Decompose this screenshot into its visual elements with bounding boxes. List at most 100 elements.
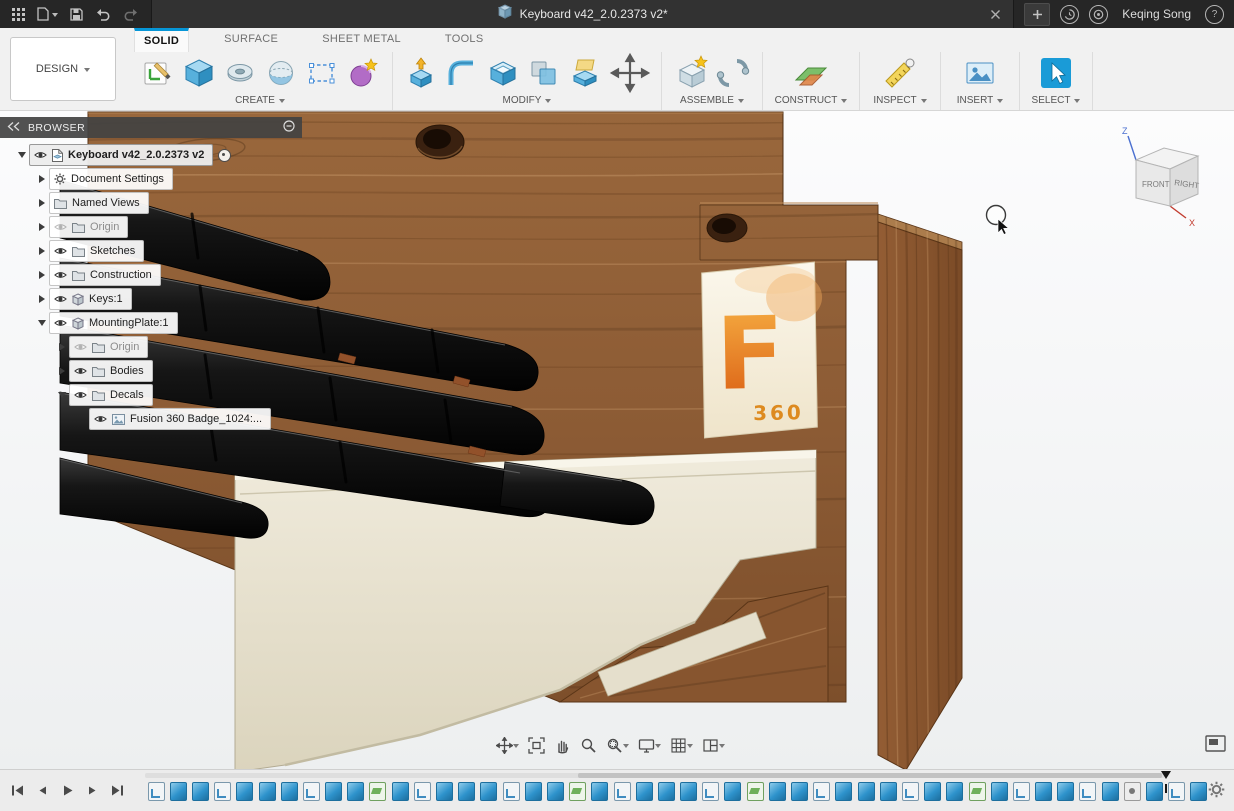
- workspace-selector[interactable]: DESIGN: [10, 37, 116, 101]
- browser-item-chip[interactable]: Decals: [69, 384, 153, 406]
- expand-arrow-icon[interactable]: [34, 247, 49, 255]
- pattern-tool-icon[interactable]: [303, 53, 341, 93]
- browser-row[interactable]: MountingPlate:1: [0, 311, 302, 335]
- timeline-extrude-feature-icon[interactable]: [347, 782, 364, 801]
- viewcube[interactable]: FRONT RIGHT Z X: [1109, 125, 1224, 230]
- create-menu[interactable]: CREATE: [128, 93, 392, 110]
- split-body-icon[interactable]: [566, 53, 604, 93]
- viewports-icon[interactable]: [698, 733, 729, 757]
- document-tab[interactable]: Keyboard v42_2.0.2373 v2*: [151, 0, 1014, 28]
- select-menu[interactable]: SELECT: [1020, 93, 1092, 110]
- timeline-extrude-feature-icon[interactable]: [436, 782, 453, 801]
- tab-solid[interactable]: SOLID: [134, 28, 189, 52]
- visibility-eye-icon[interactable]: [54, 246, 67, 256]
- timeline-extrude-feature-icon[interactable]: [458, 782, 475, 801]
- timeline-position-marker[interactable]: [1161, 771, 1173, 793]
- close-tab-icon[interactable]: [990, 7, 1001, 25]
- expand-arrow-icon[interactable]: [34, 271, 49, 279]
- timeline-extrude-feature-icon[interactable]: [1190, 782, 1207, 801]
- timeline-extrude-feature-icon[interactable]: [236, 782, 253, 801]
- timeline-sketch-feature-icon[interactable]: [503, 782, 520, 801]
- browser-item-chip[interactable]: MountingPlate:1: [49, 312, 178, 334]
- timeline-extrude-feature-icon[interactable]: [636, 782, 653, 801]
- expand-arrow-icon[interactable]: [54, 367, 69, 375]
- collapse-arrow-icon[interactable]: [14, 148, 29, 162]
- play-icon[interactable]: [58, 781, 76, 799]
- browser-item-chip[interactable]: Sketches: [49, 240, 144, 262]
- timeline-extrude-feature-icon[interactable]: [791, 782, 808, 801]
- timeline-extrude-feature-icon[interactable]: [1035, 782, 1052, 801]
- browser-item-chip[interactable]: Origin: [69, 336, 148, 358]
- tab-tools[interactable]: TOOLS: [436, 28, 493, 52]
- visibility-eye-icon[interactable]: [54, 270, 67, 280]
- timeline-sketch-feature-icon[interactable]: [813, 782, 830, 801]
- user-name[interactable]: Keqing Song: [1122, 7, 1191, 21]
- timeline-extrude-feature-icon[interactable]: [924, 782, 941, 801]
- browser-item-chip[interactable]: Construction: [49, 264, 161, 286]
- timeline-sketch-feature-icon[interactable]: [1079, 782, 1096, 801]
- collapse-arrow-icon[interactable]: [34, 316, 49, 330]
- joint-icon[interactable]: [714, 53, 752, 93]
- insert-canvas-icon[interactable]: [961, 53, 999, 93]
- help-icon[interactable]: ?: [1205, 5, 1224, 24]
- timeline-extrude-feature-icon[interactable]: [835, 782, 852, 801]
- tab-sheet-metal[interactable]: SHEET METAL: [313, 28, 410, 52]
- timeline-sketch-feature-icon[interactable]: [702, 782, 719, 801]
- browser-item-chip[interactable]: Origin: [49, 216, 128, 238]
- combine-icon[interactable]: [525, 53, 563, 93]
- timeline-extrude-feature-icon[interactable]: [325, 782, 342, 801]
- browser-row[interactable]: Decals: [0, 383, 302, 407]
- browser-header[interactable]: BROWSER: [0, 117, 302, 138]
- fillet-icon[interactable]: [443, 53, 481, 93]
- undo-icon[interactable]: [95, 8, 111, 21]
- browser-row[interactable]: Origin: [0, 215, 302, 239]
- timeline-extrude-feature-icon[interactable]: [591, 782, 608, 801]
- browser-row[interactable]: Keyboard v42_2.0.2373 v2: [0, 143, 302, 167]
- browser-item-chip[interactable]: Document Settings: [49, 168, 173, 190]
- app-grid-icon[interactable]: [12, 8, 25, 21]
- activate-component-radio[interactable]: [218, 149, 231, 162]
- free-orbit-icon[interactable]: [550, 733, 575, 757]
- timeline-extrude-feature-icon[interactable]: [858, 782, 875, 801]
- browser-row[interactable]: Origin: [0, 335, 302, 359]
- notifications-icon[interactable]: [1089, 5, 1108, 24]
- timeline-construct-feature-icon[interactable]: [369, 782, 386, 801]
- redo-icon[interactable]: [123, 8, 139, 21]
- timeline-extrude-feature-icon[interactable]: [658, 782, 675, 801]
- browser-row[interactable]: Named Views: [0, 191, 302, 215]
- timeline-extrude-feature-icon[interactable]: [880, 782, 897, 801]
- browser-row[interactable]: Fusion 360 Badge_1024:...: [0, 407, 302, 431]
- measure-icon[interactable]: [881, 53, 919, 93]
- display-settings-icon[interactable]: [634, 733, 665, 757]
- timeline-extrude-feature-icon[interactable]: [281, 782, 298, 801]
- timeline-sketch-feature-icon[interactable]: [1013, 782, 1030, 801]
- timeline-sketch-feature-icon[interactable]: [303, 782, 320, 801]
- timeline-sketch-feature-icon[interactable]: [614, 782, 631, 801]
- sphere-tool-icon[interactable]: [262, 53, 300, 93]
- timeline-construct-feature-icon[interactable]: [747, 782, 764, 801]
- visibility-eye-icon[interactable]: [94, 414, 107, 424]
- timeline-extrude-feature-icon[interactable]: [192, 782, 209, 801]
- timeline-settings-gear-icon[interactable]: [1208, 781, 1225, 803]
- timeline-construct-feature-icon[interactable]: [969, 782, 986, 801]
- go-to-start-icon[interactable]: [8, 781, 26, 799]
- wood-side-panel[interactable]: [878, 210, 962, 770]
- insert-menu[interactable]: INSERT: [941, 93, 1019, 110]
- timeline-scrollbar[interactable]: [578, 773, 1162, 778]
- file-menu-icon[interactable]: [37, 7, 58, 21]
- new-tab-icon[interactable]: [1024, 3, 1050, 26]
- timeline-sketch-feature-icon[interactable]: [414, 782, 431, 801]
- timeline-sketch-feature-icon[interactable]: [902, 782, 919, 801]
- job-status-icon[interactable]: [1060, 5, 1079, 24]
- construct-menu[interactable]: CONSTRUCT: [763, 93, 859, 110]
- expand-arrow-icon[interactable]: [34, 223, 49, 231]
- save-icon[interactable]: [70, 8, 83, 21]
- visibility-eye-icon[interactable]: [54, 294, 67, 304]
- inspect-menu[interactable]: INSPECT: [860, 93, 940, 110]
- hide-panel-icon[interactable]: [283, 120, 295, 135]
- go-to-end-icon[interactable]: [108, 781, 126, 799]
- move-copy-icon[interactable]: [607, 53, 653, 93]
- expand-arrow-icon[interactable]: [34, 295, 49, 303]
- zoom-window-icon[interactable]: [602, 733, 633, 757]
- step-back-icon[interactable]: [33, 781, 51, 799]
